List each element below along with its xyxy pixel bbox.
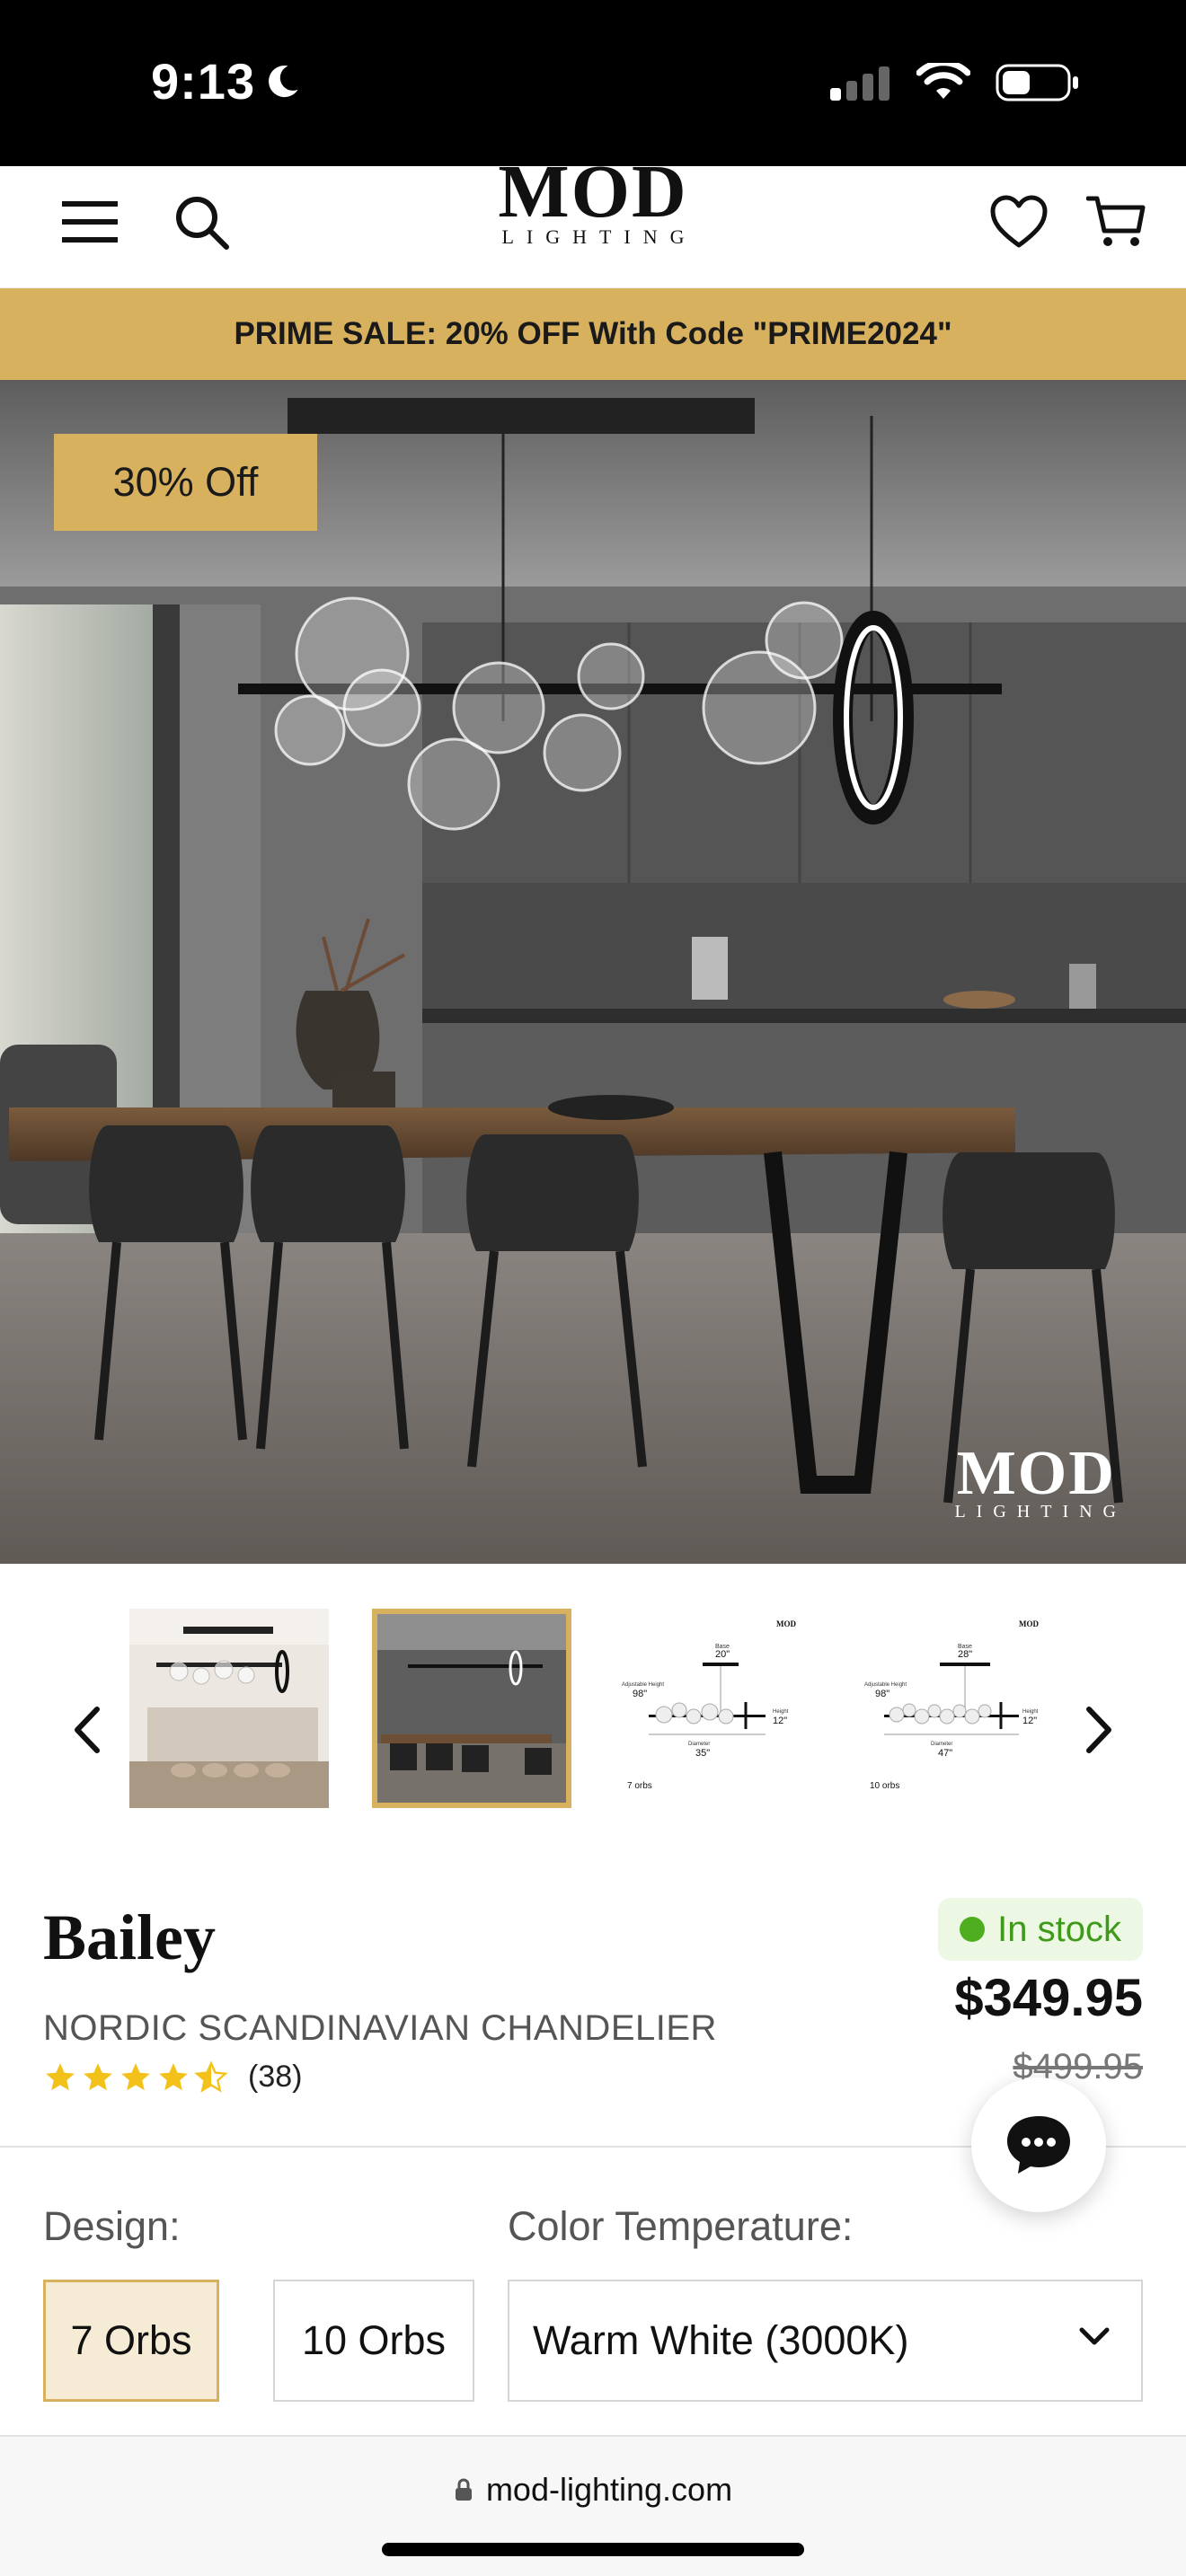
stock-badge: In stock	[938, 1898, 1143, 1961]
design-option-label: 7 Orbs	[70, 2317, 192, 2363]
status-icons	[828, 63, 1080, 102]
thumbnail-4[interactable]: MOD Base 28" Adjustable Height 98" Heigh…	[857, 1609, 1057, 1808]
design-option-7-orbs[interactable]: 7 Orbs	[43, 2280, 219, 2402]
stock-text: In stock	[997, 1909, 1121, 1949]
product-title: Bailey	[43, 1901, 216, 1973]
hero-watermark-logo: MOD LIGHTING	[945, 1439, 1127, 1522]
logo-main-text: MOD	[498, 150, 688, 234]
thumbnail-10-orb-diagram: MOD Base 28" Adjustable Height 98" Heigh…	[857, 1609, 1057, 1808]
hero-scene-illustration	[0, 380, 1186, 1564]
design-label: Design:	[43, 2203, 181, 2249]
discount-badge-text: 30% Off	[112, 459, 259, 505]
diagram-drop-value: 12"	[773, 1716, 787, 1726]
thumbnail-carousel: MOD Base 20" Adjustable Height 98" Heigh…	[0, 1564, 1186, 1851]
status-time: 9:13	[151, 52, 302, 110]
color-temperature-value: Warm White (3000K)	[533, 2317, 909, 2363]
star-full-icon	[46, 2062, 75, 2090]
star-full-icon	[84, 2062, 112, 2090]
star-half-icon	[194, 2060, 228, 2093]
product-hero-image[interactable]: 30% Off MOD LIGHTING	[0, 380, 1186, 1564]
browser-bar: mod-lighting.com	[0, 2435, 1186, 2576]
diagram-diameter-label: Diameter	[931, 1742, 952, 1747]
url-text: mod-lighting.com	[485, 2471, 733, 2508]
diagram-caption: 10 orbs	[870, 1781, 899, 1791]
diagram-base-value: 28"	[958, 1649, 972, 1660]
thumbnail-7-orb-diagram: MOD Base 20" Adjustable Height 98" Heigh…	[615, 1609, 814, 1808]
diagram-base-value: 20"	[715, 1649, 730, 1660]
discount-badge: 30% Off	[54, 434, 317, 531]
chat-button[interactable]	[971, 2078, 1106, 2212]
site-header: MOD LIGHTING	[0, 154, 1186, 288]
thumbnail-3[interactable]: MOD Base 20" Adjustable Height 98" Heigh…	[615, 1609, 814, 1808]
diagram-drop-label: Height	[1022, 1709, 1039, 1715]
product-options: Design: Color Temperature: 7 Orbs 10 Orb…	[0, 2078, 1186, 2435]
promo-text: PRIME SALE: 20% OFF With Code "PRIME2024…	[234, 316, 952, 351]
time-text: 9:13	[151, 53, 256, 110]
chat-bubble-icon	[1007, 2116, 1070, 2174]
moon-icon	[269, 65, 298, 97]
diagram-diameter-value: 47"	[938, 1748, 952, 1759]
diagram-drop-value: 12"	[1022, 1716, 1037, 1726]
watermark-main: MOD	[956, 1439, 1116, 1508]
product-subtitle: NORDIC SCANDINAVIAN CHANDELIER	[43, 2008, 717, 2048]
wifi-icon	[916, 63, 970, 99]
thumbnail-2[interactable]	[372, 1609, 571, 1808]
search-icon[interactable]	[169, 190, 234, 254]
diagram-caption: 7 orbs	[627, 1781, 652, 1791]
diagram-drop-label: Height	[773, 1709, 789, 1715]
thumbnail-kitchen-image	[129, 1609, 329, 1808]
diagram-height-value: 98"	[875, 1689, 890, 1699]
heart-icon[interactable]	[987, 190, 1051, 254]
chevron-left-icon[interactable]	[65, 1698, 110, 1761]
chevron-down-icon	[1079, 2327, 1110, 2345]
diagram-brand: MOD	[776, 1619, 796, 1628]
promo-banner[interactable]: PRIME SALE: 20% OFF With Code "PRIME2024…	[0, 288, 1186, 380]
star-full-icon	[159, 2062, 188, 2090]
review-count: (38)	[248, 2060, 303, 2094]
battery-icon	[996, 64, 1078, 101]
menu-icon[interactable]	[58, 190, 122, 254]
logo-sub-text: LIGHTING	[501, 225, 697, 248]
rating-stars[interactable]: (38)	[43, 2060, 302, 2095]
product-price: $349.95	[954, 1969, 1143, 2027]
lock-icon	[455, 2478, 472, 2501]
color-temperature-label: Color Temperature:	[508, 2203, 854, 2249]
thumbnail-1[interactable]	[129, 1609, 329, 1808]
design-option-10-orbs[interactable]: 10 Orbs	[273, 2280, 474, 2402]
signal-icon	[830, 66, 890, 101]
stock-dot-icon	[960, 1917, 986, 1942]
diagram-height-label: Adjustable Height	[864, 1682, 907, 1688]
status-bar: 9:13	[0, 0, 1186, 166]
cart-icon[interactable]	[1084, 190, 1148, 254]
diagram-height-label: Adjustable Height	[622, 1682, 664, 1688]
thumbnail-dining-image	[377, 1614, 566, 1803]
home-indicator[interactable]	[382, 2543, 804, 2556]
url-bar[interactable]: mod-lighting.com	[0, 2471, 1186, 2509]
star-full-icon	[121, 2062, 150, 2090]
site-logo[interactable]: MOD LIGHTING	[485, 154, 701, 256]
diagram-height-value: 98"	[633, 1689, 647, 1699]
chevron-right-icon[interactable]	[1076, 1698, 1121, 1761]
watermark-sub: LIGHTING	[954, 1502, 1127, 1522]
diagram-brand: MOD	[1019, 1619, 1039, 1628]
color-temperature-select[interactable]: Warm White (3000K)	[508, 2280, 1143, 2402]
diagram-diameter-label: Diameter	[688, 1742, 710, 1747]
diagram-diameter-value: 35"	[695, 1748, 710, 1759]
design-option-label: 10 Orbs	[301, 2317, 447, 2363]
